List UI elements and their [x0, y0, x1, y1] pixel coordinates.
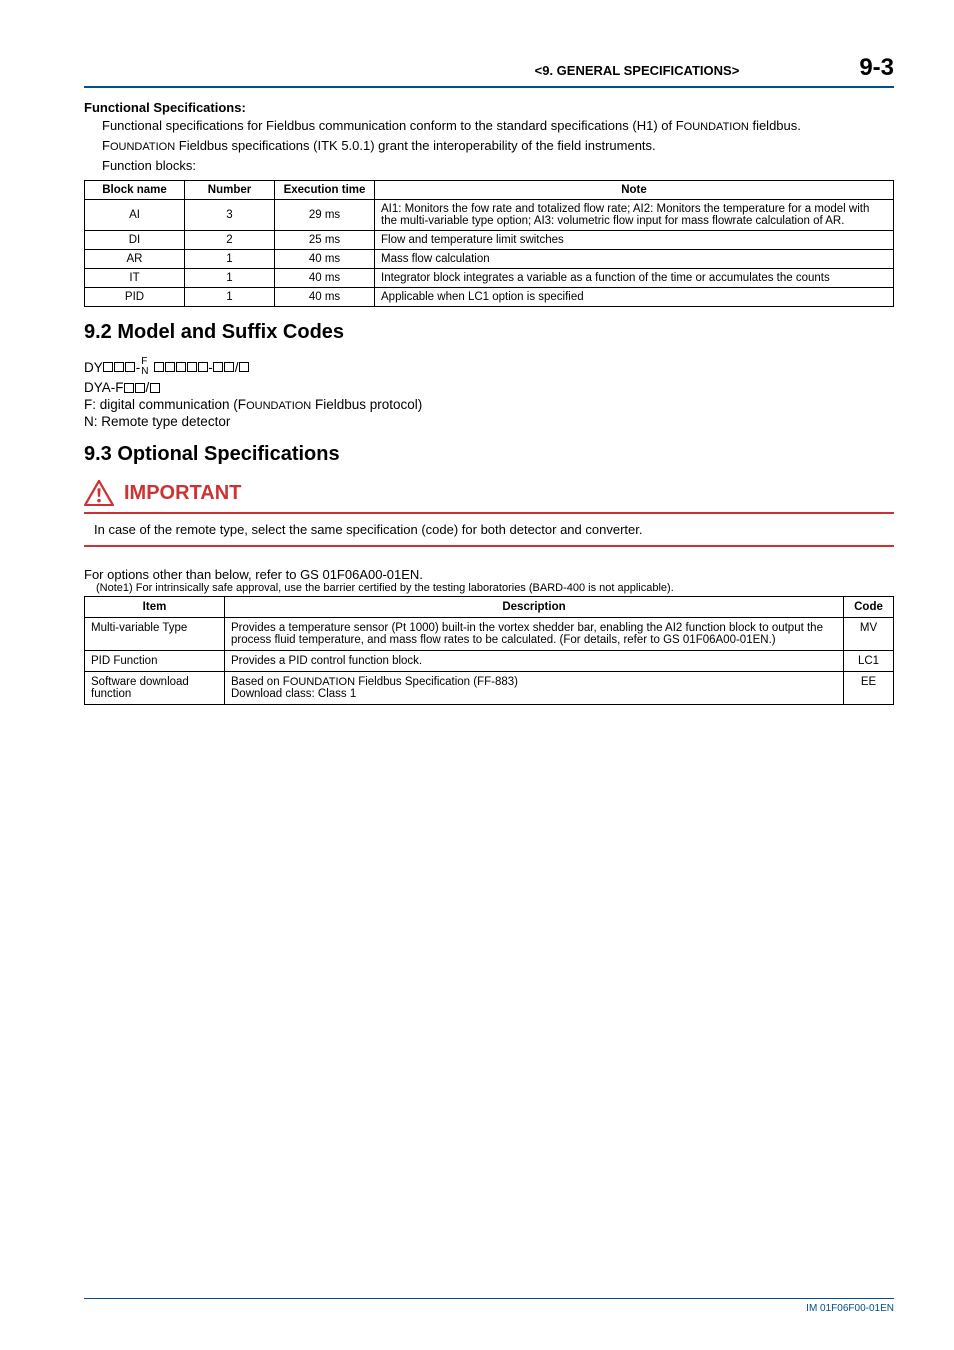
warning-icon — [84, 480, 114, 506]
th-code: Code — [844, 597, 894, 618]
important-box: In case of the remote type, select the s… — [84, 512, 894, 547]
section-9-3-heading: 9.3 Optional Specifications — [84, 443, 894, 466]
section-9-2-heading: 9.2 Model and Suffix Codes — [84, 321, 894, 344]
table-row: PID 1 40 ms Applicable when LC1 option i… — [85, 288, 894, 307]
note-1: (Note1) For intrinsically safe approval,… — [96, 582, 894, 594]
table-row: Multi-variable Type Provides a temperatu… — [85, 618, 894, 651]
th-exec-time: Execution time — [275, 181, 375, 200]
important-header: IMPORTANT — [84, 480, 894, 506]
function-blocks-table: Block name Number Execution time Note AI… — [84, 180, 894, 307]
model-code-line-3: F: digital communication (FOUNDATION Fie… — [84, 397, 894, 412]
model-code-line-2: DYA-F/ — [84, 380, 894, 395]
functional-spec-p1: Functional specifications for Fieldbus c… — [102, 117, 894, 135]
functional-spec-p2: FOUNDATION Fieldbus specifications (ITK … — [102, 137, 894, 155]
important-label: IMPORTANT — [124, 482, 241, 505]
model-code-line-4: N: Remote type detector — [84, 414, 894, 429]
model-code-line-1: DY - FN - / — [84, 354, 894, 380]
functional-spec-p3: Function blocks: — [102, 157, 894, 175]
th-block-name: Block name — [85, 181, 185, 200]
functional-spec-heading: Functional Specifications: — [84, 100, 894, 115]
page-footer: IM 01F06F00-01EN — [84, 1298, 894, 1314]
th-number: Number — [185, 181, 275, 200]
header-section-label: <9. GENERAL SPECIFICATIONS> — [535, 63, 740, 78]
page-header: <9. GENERAL SPECIFICATIONS> 9-3 — [84, 54, 894, 88]
page-number: 9-3 — [859, 54, 894, 82]
table-row: DI 2 25 ms Flow and temperature limit sw… — [85, 231, 894, 250]
table-row: AR 1 40 ms Mass flow calculation — [85, 250, 894, 269]
table-row: AI 3 29 ms AI1: Monitors the fow rate an… — [85, 200, 894, 231]
options-reference-text: For options other than below, refer to G… — [84, 567, 894, 582]
table-row: PID Function Provides a PID control func… — [85, 651, 894, 672]
table-row: Software download function Based on FOUN… — [85, 672, 894, 705]
table-row: IT 1 40 ms Integrator block integrates a… — [85, 269, 894, 288]
doc-number: IM 01F06F00-01EN — [806, 1303, 894, 1314]
th-item: Item — [85, 597, 225, 618]
th-description: Description — [225, 597, 844, 618]
optional-spec-table: Item Description Code Multi-variable Typ… — [84, 596, 894, 705]
th-note: Note — [375, 181, 894, 200]
